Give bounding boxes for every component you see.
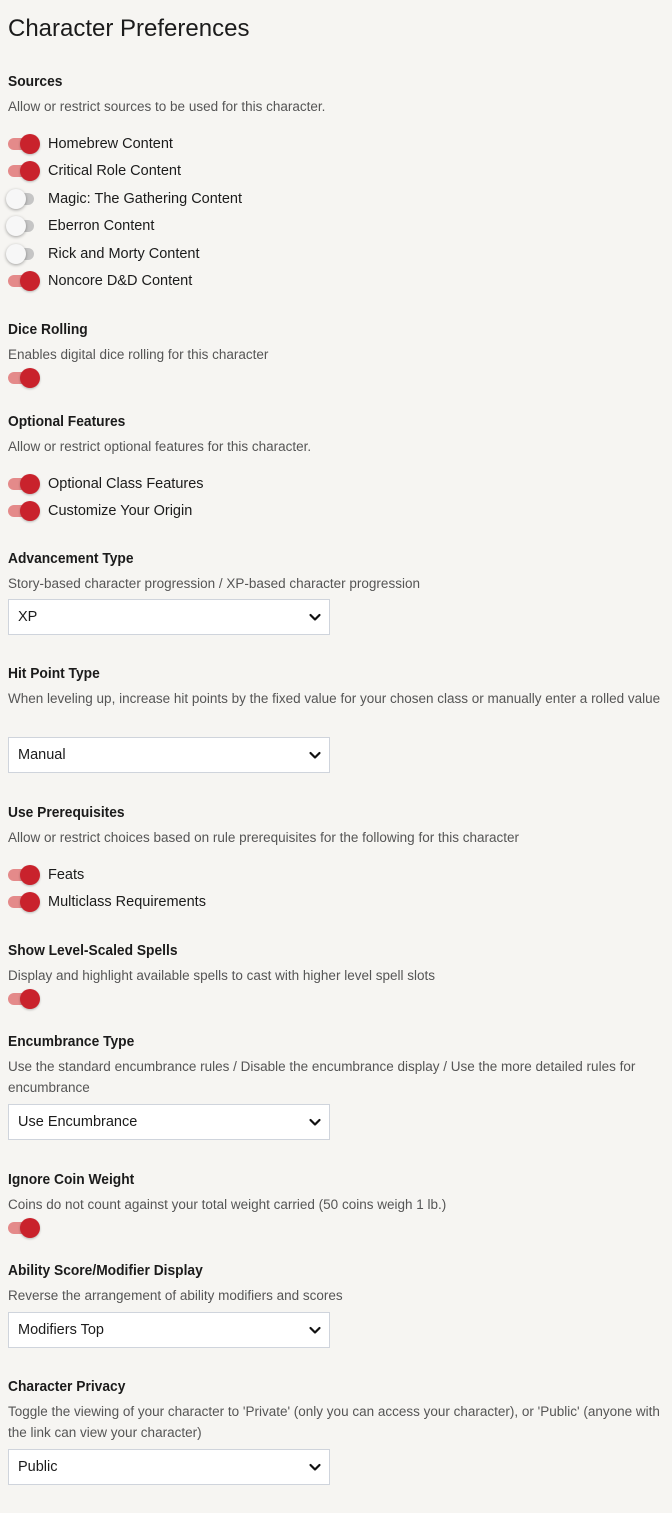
chevron-down-icon: [309, 751, 321, 759]
section-description: Reverse the arrangement of ability modif…: [8, 1288, 343, 1303]
encumbrance-type-section: Encumbrance Type Use the standard encumb…: [8, 1033, 664, 1098]
dice-rolling-section: Dice Rolling Enables digital dice rollin…: [8, 321, 664, 365]
hit-point-type-section: Hit Point Type When leveling up, increas…: [8, 665, 664, 709]
use-prerequisites-section: Use Prerequisites Allow or restrict choi…: [8, 804, 664, 848]
toggle-switch[interactable]: [8, 865, 40, 885]
select-value: Use Encumbrance: [18, 1114, 138, 1130]
optional-features-section: Optional Features Allow or restrict opti…: [8, 413, 664, 457]
section-description: When leveling up, increase hit points by…: [8, 691, 661, 706]
toggle-ignore-coin-weight[interactable]: [8, 1217, 40, 1239]
toggle-switch[interactable]: [8, 989, 40, 1009]
toggle-homebrew-content[interactable]: Homebrew Content: [8, 133, 173, 155]
section-title: Advancement Type: [8, 550, 134, 567]
character-privacy-section: Character Privacy Toggle the viewing of …: [8, 1378, 664, 1443]
section-description: Story-based character progression / XP-b…: [8, 576, 420, 591]
hit-point-type-select[interactable]: Manual: [8, 737, 330, 773]
toggle-eberron-content[interactable]: Eberron Content: [6, 215, 155, 237]
toggle-switch[interactable]: [8, 271, 40, 291]
sources-section: Sources Allow or restrict sources to be …: [8, 73, 664, 117]
toggle-label: Multiclass Requirements: [48, 894, 206, 910]
level-scaled-spells-section: Show Level-Scaled Spells Display and hig…: [8, 942, 664, 986]
section-title: Encumbrance Type: [8, 1033, 135, 1050]
chevron-down-icon: [309, 1326, 321, 1334]
toggle-optional-class-features[interactable]: Optional Class Features: [8, 473, 204, 495]
section-description: Toggle the viewing of your character to …: [8, 1404, 660, 1440]
toggle-switch[interactable]: [8, 1218, 40, 1238]
toggle-label: Rick and Morty Content: [48, 246, 200, 262]
section-description: Display and highlight available spells t…: [8, 968, 435, 983]
toggle-label: Feats: [48, 867, 85, 883]
section-description: Coins do not count against your total we…: [8, 1197, 447, 1212]
section-description: Allow or restrict choices based on rule …: [8, 830, 519, 845]
toggle-switch[interactable]: [6, 216, 40, 236]
toggle-noncore-dnd-content[interactable]: Noncore D&D Content: [8, 270, 192, 292]
section-title: Sources: [8, 73, 63, 90]
toggle-feats[interactable]: Feats: [8, 864, 84, 886]
ignore-coin-weight-section: Ignore Coin Weight Coins do not count ag…: [8, 1171, 664, 1215]
section-title: Optional Features: [8, 413, 126, 430]
select-value: Manual: [18, 747, 66, 763]
section-description: Enables digital dice rolling for this ch…: [8, 347, 269, 362]
character-preferences-page: Character Preferences Sources Allow or r…: [0, 0, 672, 1513]
toggle-switch[interactable]: [8, 161, 40, 181]
select-value: Public: [18, 1459, 58, 1475]
advancement-type-section: Advancement Type Story-based character p…: [8, 550, 664, 594]
toggle-label: Homebrew Content: [48, 136, 173, 152]
character-privacy-select[interactable]: Public: [8, 1449, 330, 1485]
section-description: Allow or restrict sources to be used for…: [8, 99, 326, 114]
toggle-label: Noncore D&D Content: [48, 273, 193, 289]
toggle-level-scaled-spells[interactable]: [8, 988, 40, 1010]
select-value: XP: [18, 609, 38, 625]
ability-display-select[interactable]: Modifiers Top: [8, 1312, 330, 1348]
section-title: Ability Score/Modifier Display: [8, 1262, 203, 1279]
toggle-magic-the-gathering-content[interactable]: Magic: The Gathering Content: [6, 188, 242, 210]
toggle-switch[interactable]: [6, 189, 40, 209]
toggle-switch[interactable]: [8, 501, 40, 521]
ability-display-section: Ability Score/Modifier Display Reverse t…: [8, 1262, 664, 1306]
section-title: Character Privacy: [8, 1378, 126, 1395]
toggle-multiclass-requirements[interactable]: Multiclass Requirements: [8, 891, 206, 913]
page-title: Character Preferences: [8, 15, 250, 42]
chevron-down-icon: [309, 1118, 321, 1126]
toggle-critical-role-content[interactable]: Critical Role Content: [8, 160, 181, 182]
toggle-switch[interactable]: [8, 474, 40, 494]
toggle-label: Eberron Content: [48, 218, 155, 234]
section-description: Allow or restrict optional features for …: [8, 439, 312, 454]
section-title: Ignore Coin Weight: [8, 1171, 135, 1188]
toggle-label: Critical Role Content: [48, 163, 181, 179]
section-title: Use Prerequisites: [8, 804, 125, 821]
section-title: Hit Point Type: [8, 665, 100, 682]
encumbrance-type-select[interactable]: Use Encumbrance: [8, 1104, 330, 1140]
toggle-switch[interactable]: [8, 134, 40, 154]
chevron-down-icon: [309, 1463, 321, 1471]
toggle-dice-rolling[interactable]: [8, 367, 40, 389]
toggle-switch[interactable]: [6, 244, 40, 264]
toggle-label: Magic: The Gathering Content: [48, 191, 242, 207]
toggle-rick-and-morty-content[interactable]: Rick and Morty Content: [6, 243, 200, 265]
toggle-label: Customize Your Origin: [48, 503, 193, 519]
select-value: Modifiers Top: [18, 1322, 104, 1338]
toggle-switch[interactable]: [8, 892, 40, 912]
toggle-label: Optional Class Features: [48, 476, 204, 492]
chevron-down-icon: [309, 613, 321, 621]
section-title: Show Level-Scaled Spells: [8, 942, 178, 959]
toggle-switch[interactable]: [8, 368, 40, 388]
advancement-type-select[interactable]: XP: [8, 599, 330, 635]
toggle-customize-your-origin[interactable]: Customize Your Origin: [8, 500, 192, 522]
section-description: Use the standard encumbrance rules / Dis…: [8, 1059, 636, 1095]
section-title: Dice Rolling: [8, 321, 88, 338]
